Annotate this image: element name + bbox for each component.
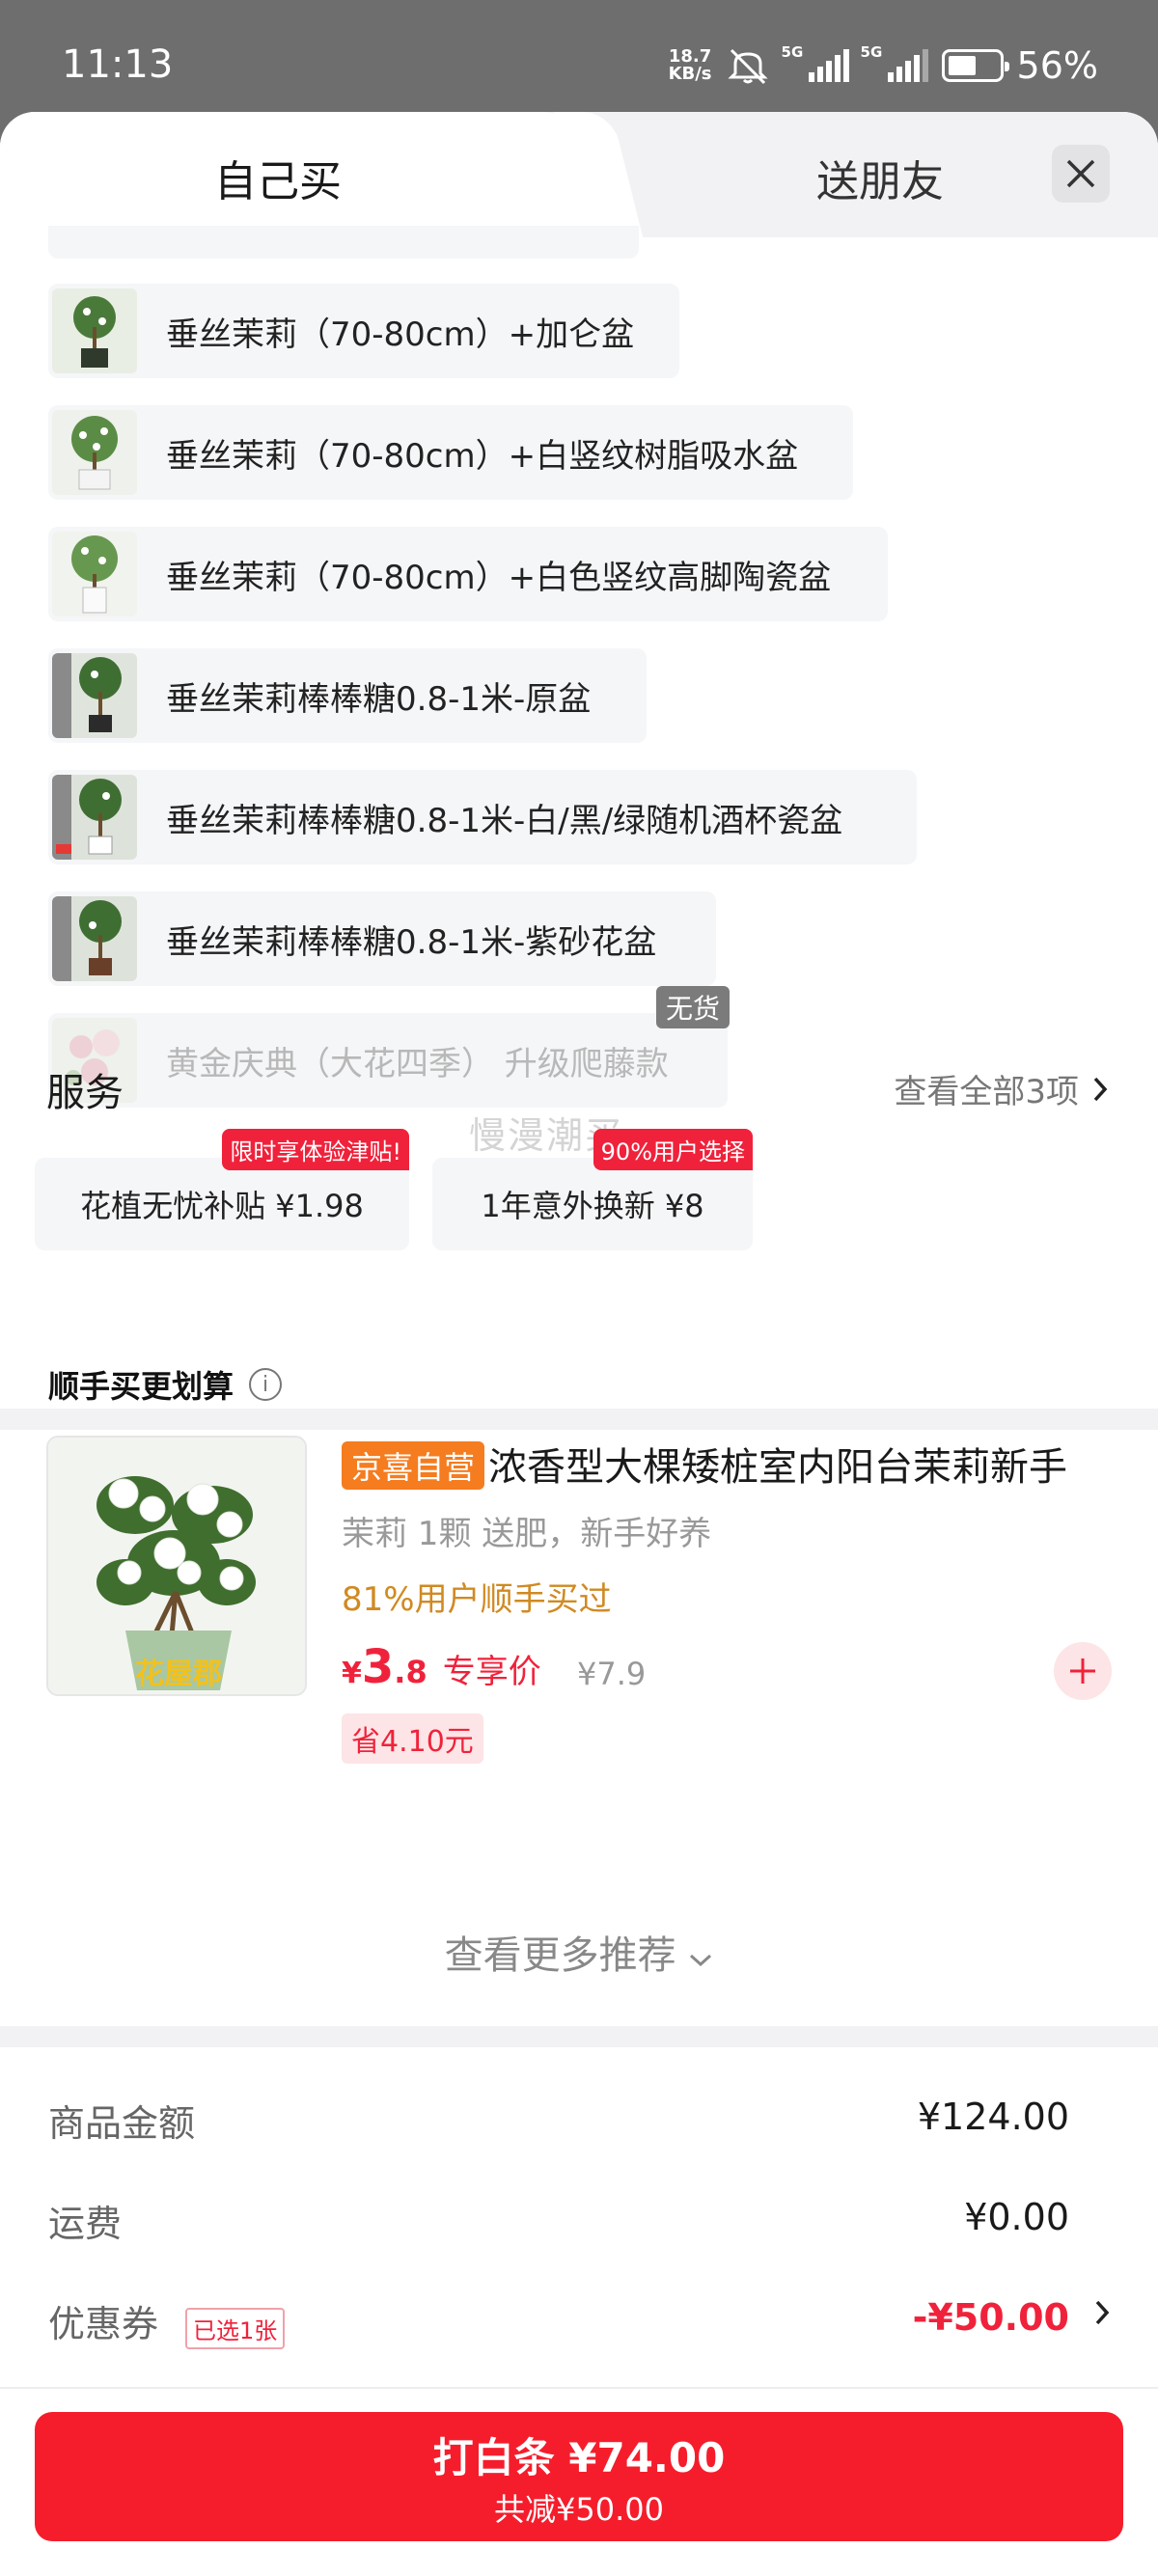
recommend-original-price: ¥7.9 [577, 1656, 647, 1692]
signal-icon-sim1: 5G [782, 43, 849, 82]
variant-label: 垂丝茉莉（70-80cm）+加仑盆 [166, 315, 635, 354]
variant-thumbnail [52, 653, 137, 738]
shipping-label: 运费 [48, 2203, 123, 2245]
chevron-right-icon [1095, 2300, 1110, 2325]
battery-percent: 56% [1016, 44, 1098, 87]
recommend-product-name[interactable]: 浓香型大棵矮桩室内阳台茉莉新手 [488, 1436, 1067, 1492]
variant-label: 垂丝茉莉棒棒糖0.8-1米-原盆 [166, 679, 592, 719]
variant-label: 垂丝茉莉棒棒糖0.8-1米-白/黑/绿随机酒杯瓷盆 [166, 801, 843, 840]
variant-thumbnail [52, 288, 137, 373]
recommend-product-image[interactable]: 花屋郡 [46, 1436, 307, 1696]
see-more-recommend[interactable]: 查看更多推荐 [0, 1924, 1158, 1980]
variant-label: 黄金庆典（大花四季） 升级爬藤款 [166, 1044, 669, 1083]
service-option-badge: 90%用户选择 [593, 1129, 753, 1170]
recommend-save-badge: 省4.10元 [342, 1713, 483, 1764]
signal-icon-sim2: 5G [861, 43, 928, 82]
svg-text:花屋郡: 花屋郡 [135, 1658, 222, 1691]
status-bar: 11:13 18.7 KB/s 5G 5G 56% [0, 0, 1158, 112]
service-option-label: 1年意外换新 ¥8 [481, 1188, 704, 1224]
plus-icon [1070, 1658, 1095, 1684]
variant-thumbnail [52, 532, 137, 617]
section-divider [0, 1409, 1158, 1430]
service-see-all-label: 查看全部3项 [894, 1073, 1079, 1111]
recommend-price: ¥ 3 .8 专享价 [342, 1640, 541, 1694]
self-operated-tag: 京喜自营 [342, 1441, 485, 1490]
pay-button-label: 打白条 ¥74.00 [432, 2434, 726, 2481]
variant-thumbnail [52, 410, 137, 495]
variant-label: 垂丝茉莉（70-80cm）+白竖纹树脂吸水盆 [166, 436, 799, 476]
variant-option[interactable]: 垂丝茉莉棒棒糖0.8-1米-白/黑/绿随机酒杯瓷盆 [48, 770, 917, 864]
service-title: 服务 [46, 1071, 124, 1115]
coupon-label[interactable]: 优惠券 [48, 2294, 158, 2347]
service-option-label: 花植无忧补贴 ¥1.98 [80, 1188, 364, 1224]
purchase-sheet: 自己买 送朋友 垂丝茉莉（70-80cm）+加仑盆 垂丝茉莉（70-80cm）+… [0, 112, 1158, 2576]
tab-bar: 自己买 送朋友 [0, 112, 1158, 237]
battery-icon [941, 49, 1009, 82]
service-option-badge: 限时享体验津贴! [222, 1129, 409, 1170]
coupon-selected-badge: 已选1张 [185, 2308, 286, 2349]
section-divider [0, 2026, 1158, 2047]
info-icon[interactable]: i [249, 1368, 283, 1401]
variant-option[interactable]: 垂丝茉莉（70-80cm）+白色竖纹高脚陶瓷盆 [48, 527, 888, 621]
tab-self-buy-label[interactable]: 自己买 [214, 147, 342, 208]
variant-option[interactable]: 垂丝茉莉棒棒糖0.8-1米-紫砂花盆 [48, 891, 716, 986]
service-option[interactable]: 1年意外换新 ¥8 90%用户选择 [432, 1129, 753, 1250]
status-icons: 18.7 KB/s 5G 5G 56% [668, 43, 1098, 87]
chevron-down-icon [690, 1954, 712, 1967]
close-icon [1066, 159, 1095, 188]
variant-option-clipped[interactable] [48, 226, 639, 259]
shipping-value: ¥0.00 [964, 2196, 1069, 2238]
variant-option[interactable]: 垂丝茉莉（70-80cm）+白竖纹树脂吸水盆 [48, 405, 853, 500]
recommend-product-desc: 茉莉 1颗 送肥，新手好养 [342, 1515, 712, 1553]
recommend-buyers-stat: 81%用户顺手买过 [342, 1580, 612, 1619]
variant-label: 垂丝茉莉棒棒糖0.8-1米-紫砂花盆 [166, 922, 657, 962]
variant-option-disabled: 黄金庆典（大花四季） 升级爬藤款 无货 [48, 986, 730, 1108]
recommend-title: 顺手买更划算 i [48, 1362, 283, 1407]
service-option[interactable]: 花植无忧补贴 ¥1.98 限时享体验津贴! [35, 1129, 409, 1250]
pay-button[interactable]: 打白条 ¥74.00 共减¥50.00 [35, 2412, 1123, 2541]
variant-option[interactable]: 垂丝茉莉棒棒糖0.8-1米-原盆 [48, 648, 647, 743]
goods-amount-label: 商品金额 [48, 2102, 196, 2145]
chevron-right-icon [1093, 1077, 1108, 1101]
network-speed: 18.7 KB/s [668, 46, 712, 84]
close-button[interactable] [1052, 145, 1110, 203]
coupon-value[interactable]: -¥50.00 [913, 2296, 1069, 2339]
goods-amount-value: ¥124.00 [917, 2096, 1069, 2138]
no-stock-badge: 无货 [655, 986, 730, 1028]
variant-thumbnail [52, 896, 137, 981]
service-see-all[interactable]: 查看全部3项 [894, 1065, 1108, 1112]
variant-thumbnail [52, 775, 137, 860]
pay-discount-label: 共减¥50.00 [494, 2491, 664, 2528]
variant-label: 垂丝茉莉（70-80cm）+白色竖纹高脚陶瓷盆 [166, 558, 832, 597]
tab-gift-friend[interactable]: 送朋友 [816, 147, 944, 208]
coupon-chevron[interactable] [1094, 2296, 1110, 2335]
section-divider [0, 2387, 1158, 2389]
mute-icon [727, 48, 768, 85]
status-time: 11:13 [62, 42, 174, 87]
add-to-cart-button[interactable] [1054, 1642, 1112, 1700]
variant-option[interactable]: 垂丝茉莉（70-80cm）+加仑盆 [48, 284, 679, 378]
